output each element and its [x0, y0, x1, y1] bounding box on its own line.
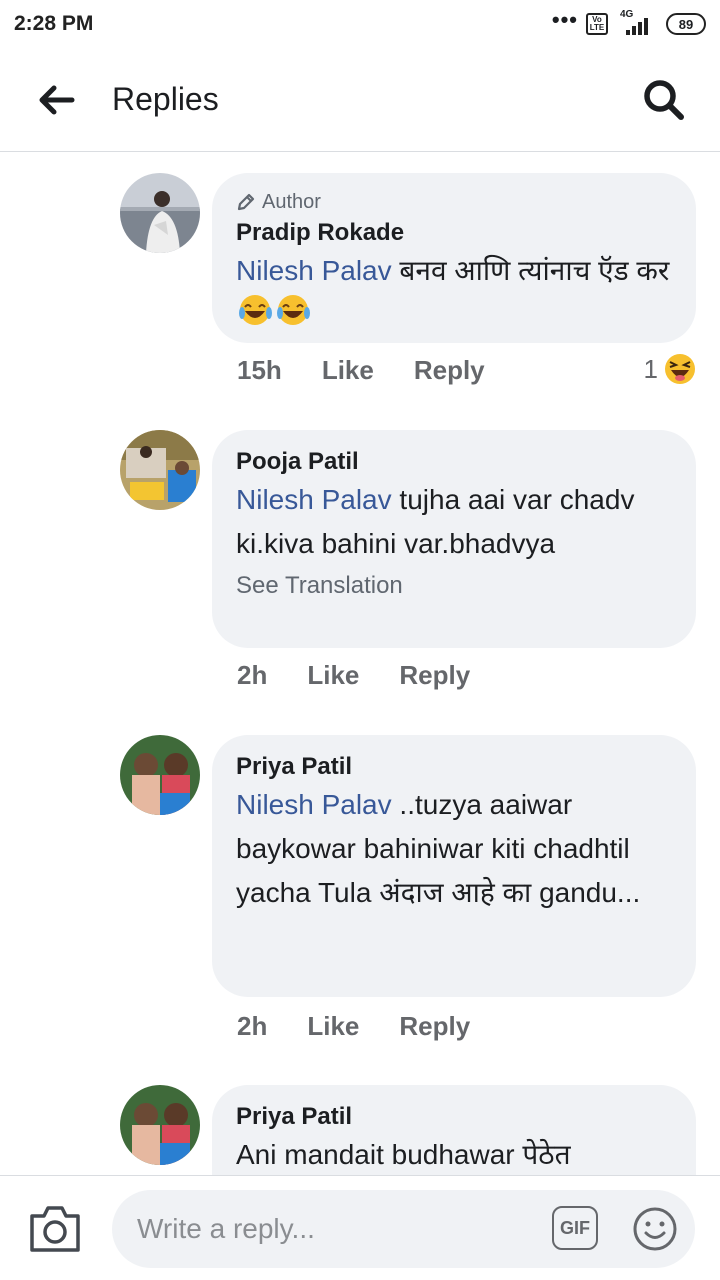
comment-time: 2h: [237, 1011, 268, 1041]
search-icon: [644, 79, 684, 120]
comment-bubble[interactable]: Author Pradip Rokade Nilesh Palav बनव आण…: [212, 173, 696, 343]
commenter-name[interactable]: Pooja Patil: [236, 446, 672, 478]
reply-button[interactable]: Reply: [399, 1011, 470, 1042]
volte-icon: Vo LTE: [586, 13, 608, 35]
reply-button[interactable]: Reply: [399, 660, 470, 691]
like-button[interactable]: Like: [307, 1011, 359, 1042]
reaction-summary[interactable]: 1: [644, 353, 696, 385]
back-button[interactable]: [26, 70, 86, 130]
mention-link[interactable]: Nilesh Palav: [236, 255, 392, 286]
mention-link[interactable]: Nilesh Palav: [236, 789, 392, 820]
reply-composer: GIF: [0, 1175, 720, 1280]
avatar[interactable]: [120, 430, 200, 510]
status-time: 2:28 PM: [14, 12, 94, 35]
more-notifications-icon: •••: [551, 7, 578, 32]
laughing-emoji-icon: [276, 293, 312, 340]
signal-icon: 4G: [616, 9, 658, 37]
laughing-emoji-icon: [238, 293, 274, 340]
reply-button[interactable]: Reply: [414, 355, 485, 386]
battery-icon: 89: [666, 13, 706, 35]
comment-bubble[interactable]: Pooja Patil Nilesh Palav tujha aai var c…: [212, 430, 696, 648]
mention-link[interactable]: Nilesh Palav: [236, 484, 392, 515]
comment-text: Nilesh Palav ..tuzya aaiwar baykowar bah…: [236, 789, 641, 908]
avatar[interactable]: [120, 173, 200, 253]
pencil-icon: [237, 193, 255, 211]
arrow-left-icon: [39, 85, 75, 114]
comment-text: Nilesh Palav tujha aai var chadv ki.kiva…: [236, 484, 635, 559]
like-button[interactable]: Like: [322, 355, 374, 386]
comment-list: Author Pradip Rokade Nilesh Palav बनव आण…: [0, 153, 720, 1175]
commenter-name[interactable]: Priya Patil: [236, 751, 672, 783]
commenter-name[interactable]: Priya Patil: [236, 1101, 672, 1133]
app-header: Replies: [0, 48, 720, 152]
gif-button[interactable]: GIF: [552, 1206, 598, 1250]
search-button[interactable]: [634, 70, 694, 130]
camera-button[interactable]: [28, 1204, 82, 1254]
reaction-count: 1: [643, 353, 658, 384]
comment-text: Ani mandait budhawar पेठेत: [236, 1139, 571, 1170]
page-title: Replies: [112, 81, 219, 117]
emoji-button[interactable]: [632, 1206, 678, 1252]
smiley-icon: [633, 1207, 677, 1251]
comment-time: 2h: [237, 660, 268, 690]
haha-reaction-icon: [665, 354, 695, 384]
like-button[interactable]: Like: [307, 660, 359, 691]
commenter-name[interactable]: Pradip Rokade: [236, 217, 672, 249]
avatar[interactable]: [120, 735, 200, 815]
comment-bubble[interactable]: Priya Patil Nilesh Palav ..tuzya aaiwar …: [212, 735, 696, 997]
comment-text: Nilesh Palav बनव आणि त्यांनाच ऍड कर: [236, 249, 672, 340]
author-badge: Author: [236, 189, 672, 215]
comment-actions: 2h Like Reply: [237, 1011, 470, 1042]
status-icons: ••• Vo LTE 4G 89: [551, 7, 706, 37]
status-bar: 2:28 PM ••• Vo LTE 4G 89: [0, 0, 720, 48]
comment-bubble[interactable]: Priya Patil Ani mandait budhawar पेठेत: [212, 1085, 696, 1175]
comment-time: 15h: [237, 355, 282, 385]
reply-input[interactable]: [112, 1190, 695, 1268]
avatar[interactable]: [120, 1085, 200, 1165]
see-translation-link[interactable]: See Translation: [236, 568, 672, 604]
battery-level: 89: [678, 16, 694, 32]
comment-actions: 2h Like Reply: [237, 660, 470, 691]
camera-icon: [30, 1206, 80, 1252]
comment-actions: 15h Like Reply: [237, 355, 485, 386]
